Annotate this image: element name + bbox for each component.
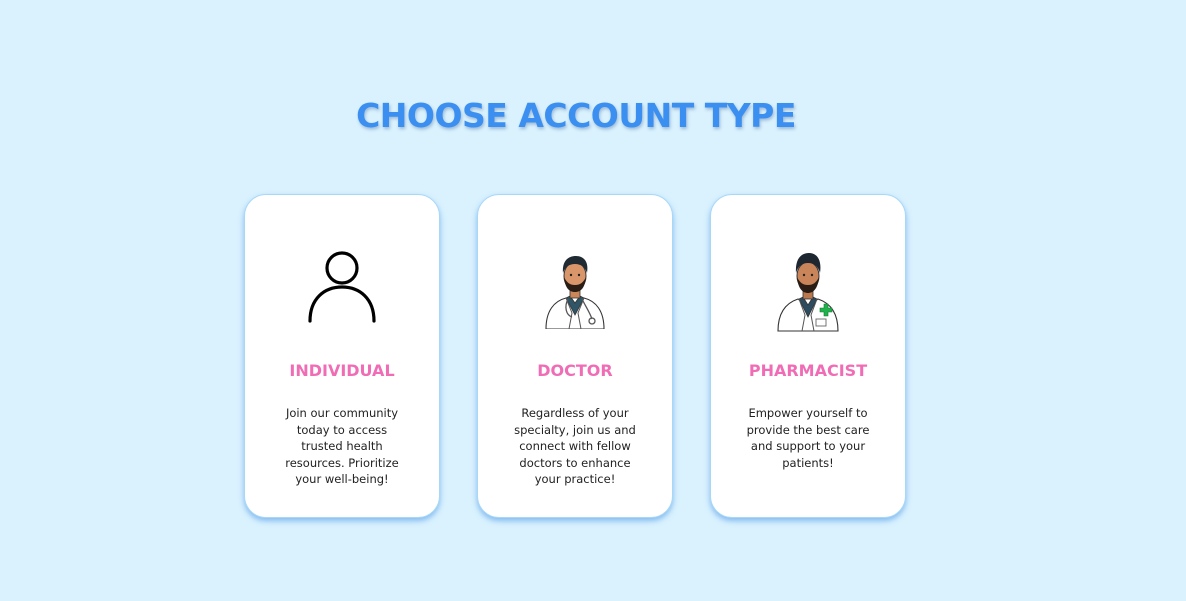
card-individual[interactable]: INDIVIDUAL Join our community today to a…: [244, 194, 440, 518]
card-doctor-label: DOCTOR: [537, 361, 613, 380]
card-pharmacist-label: PHARMACIST: [748, 361, 868, 380]
person-outline-icon: [294, 239, 390, 335]
page-title: CHOOSE ACCOUNT TYPE: [356, 96, 796, 135]
card-pharmacist-description: Empower yourself to provide the best car…: [746, 406, 870, 470]
pharmacist-avatar-icon: [760, 239, 856, 335]
account-type-page: CHOOSE ACCOUNT TYPE INDIVIDUAL Join our …: [0, 0, 1186, 601]
card-doctor[interactable]: DOCTOR Regardless of your specialty, joi…: [477, 194, 673, 518]
doctor-avatar-icon: [527, 239, 623, 335]
card-individual-description: Join our community today to access trust…: [285, 406, 399, 486]
card-pharmacist[interactable]: PHARMACIST Empower yourself to provide t…: [710, 194, 906, 518]
card-doctor-description: Regardless of your specialty, join us an…: [514, 406, 636, 486]
card-individual-label: INDIVIDUAL: [289, 361, 395, 380]
